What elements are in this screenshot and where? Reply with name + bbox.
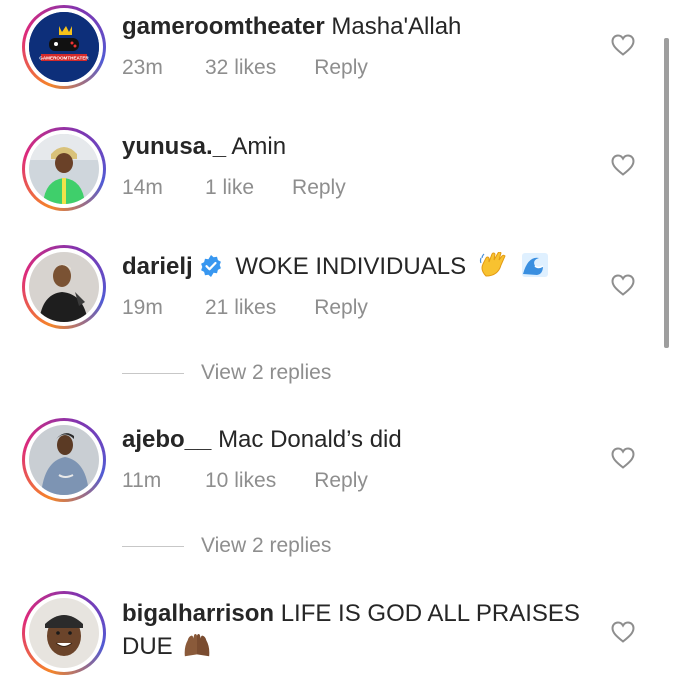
person-avatar-icon: [29, 134, 99, 204]
avatar[interactable]: [22, 127, 106, 211]
comment-time: 11m: [122, 469, 162, 492]
comment-text: WOKE INDIVIDUALS: [235, 253, 467, 280]
reply-button[interactable]: Reply: [314, 294, 368, 322]
avatar[interactable]: GAMEROOMTHEATER: [22, 5, 106, 89]
person-avatar-icon: [29, 425, 99, 495]
waving-hand-icon: [479, 252, 506, 277]
view-replies-divider: [122, 545, 184, 547]
comment-time: 23m: [122, 56, 163, 79]
comment-text: LIFE IS GOD ALL PRAISES: [280, 600, 580, 627]
comment-username[interactable]: darielj: [122, 253, 193, 280]
view-replies-button[interactable]: View 2 replies: [122, 359, 331, 387]
reply-button[interactable]: Reply: [292, 174, 346, 202]
comment-likes[interactable]: 10 likes: [205, 467, 276, 495]
avatar-logo-text: GAMEROOMTHEATER: [39, 56, 89, 61]
comment-username[interactable]: bigalharrison: [122, 600, 274, 627]
view-replies-button[interactable]: View 2 replies: [122, 532, 331, 560]
comment-meta: 23m 32 likes Reply: [122, 54, 368, 82]
heart-icon[interactable]: [611, 274, 635, 296]
view-replies-label: View 2 replies: [201, 361, 332, 384]
comment-text: Masha'Allah: [331, 13, 462, 40]
avatar[interactable]: [22, 245, 106, 329]
comment-time: 14m: [122, 176, 163, 199]
comment-text: Amin: [231, 133, 287, 160]
comment-text-continued: DUE: [122, 633, 173, 660]
heart-icon[interactable]: [611, 34, 635, 56]
comment-username[interactable]: gameroomtheater: [122, 13, 325, 40]
smiling-man-avatar-icon: [29, 598, 99, 668]
comment-likes[interactable]: 21 likes: [205, 294, 276, 322]
avatar[interactable]: [22, 418, 106, 502]
comment-likes[interactable]: 32 likes: [205, 54, 276, 82]
comments-screen: GAMEROOMTHEATER gameroomtheater Masha'Al…: [0, 0, 675, 675]
view-replies-divider: [122, 372, 184, 374]
comment-username[interactable]: ajebo__: [122, 426, 211, 453]
comment-time: 19m: [122, 296, 163, 319]
person-avatar-icon: [29, 252, 99, 322]
verified-badge-icon: [200, 255, 221, 277]
reply-button[interactable]: Reply: [314, 467, 368, 495]
comment-meta: 14m 1 like Reply: [122, 174, 346, 202]
water-wave-icon: [522, 253, 549, 277]
comment-text: Mac Donald’s did: [218, 426, 402, 453]
comment-meta: 19m 21 likes Reply: [122, 294, 368, 322]
reply-button[interactable]: Reply: [314, 54, 368, 82]
comment-likes[interactable]: 1 like: [205, 174, 254, 202]
heart-icon[interactable]: [611, 154, 635, 176]
comment-meta: 11m 10 likes Reply: [122, 467, 368, 495]
heart-icon[interactable]: [611, 621, 635, 643]
comment-username[interactable]: yunusa._: [122, 133, 226, 160]
avatar[interactable]: [22, 591, 106, 675]
heart-icon[interactable]: [611, 447, 635, 469]
scrollbar[interactable]: [664, 38, 669, 348]
view-replies-label: View 2 replies: [201, 534, 332, 557]
gamepad-logo-icon: GAMEROOMTHEATER: [29, 12, 99, 82]
raised-hands-icon: [185, 633, 210, 657]
